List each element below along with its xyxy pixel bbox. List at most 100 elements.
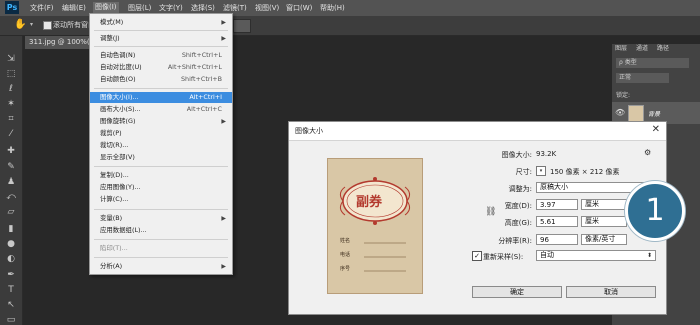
menu-separator	[94, 209, 228, 210]
shape-tool-icon[interactable]: ▭	[5, 315, 17, 325]
pen-tool-icon[interactable]: ✒	[5, 270, 17, 280]
image-preview: 副券 姓名 电话 序号	[327, 158, 423, 294]
resample-select[interactable]: 自动 ⬍	[536, 250, 656, 261]
image-size-label: 图像大小:	[501, 151, 532, 159]
options-button[interactable]	[233, 19, 251, 33]
menu-select[interactable]: 选择(S)	[191, 3, 215, 13]
menu-item-variables[interactable]: 变量(B) ▶	[90, 213, 232, 224]
menu-layer[interactable]: 图层(L)	[128, 3, 151, 13]
menu-item-reveal-all[interactable]: 显示全部(V)	[90, 152, 232, 163]
tools-panel: ⇲ ⬚ ℓ ✶ ⌗ ⁄ ✚ ✎ ♟ ⤺ ▱ ▮ ● ◐ ✒ T ↖ ▭	[0, 36, 23, 325]
height-unit-value: 厘米	[585, 217, 599, 225]
dialog-title: 图像大小	[295, 127, 323, 135]
submenu-arrow-icon: ▶	[221, 35, 226, 42]
width-unit-select[interactable]: 厘米	[581, 199, 627, 210]
menu-item-image-size[interactable]: 图像大小(I)... Alt+Ctrl+I	[90, 92, 232, 103]
blur-tool-icon[interactable]: ●	[5, 239, 17, 249]
tab-channels[interactable]: 通道	[636, 44, 648, 54]
brush-tool-icon[interactable]: ✎	[5, 162, 17, 172]
submenu-arrow-icon: ▶	[221, 19, 226, 26]
menu-item-crop[interactable]: 裁剪(P)	[90, 128, 232, 139]
eyedropper-tool-icon[interactable]: ⁄	[5, 129, 17, 139]
width-label: 宽度(D):	[504, 202, 532, 210]
history-brush-tool-icon[interactable]: ⤺	[5, 192, 17, 202]
blend-mode-select[interactable]: 正常	[616, 73, 669, 83]
menu-image[interactable]: 图像(I)	[93, 2, 119, 13]
menu-item-trap: 陷印(T)...	[100, 244, 128, 252]
menu-item-mode[interactable]: 模式(M) ▶	[90, 17, 232, 28]
menu-type[interactable]: 文字(Y)	[159, 3, 183, 13]
resolution-unit-select[interactable]: 像素/英寸	[581, 234, 627, 245]
eye-icon[interactable]: 👁	[615, 108, 625, 117]
submenu-arrow-icon: ▶	[221, 215, 226, 222]
voucher-ornament	[339, 177, 411, 272]
menu-item-canvas-size[interactable]: 画布大小(S)... Alt+Ctrl+C	[90, 104, 232, 115]
image-size-dialog: 图像大小 ✕ 副券 姓名 电话 序号 图像大小: 93.2K ⚙ 尺寸: ▾ 1…	[288, 121, 667, 315]
resolution-label: 分辨率(R):	[498, 237, 532, 245]
lasso-tool-icon[interactable]: ℓ	[5, 84, 17, 94]
tab-paths[interactable]: 路径	[657, 44, 669, 54]
healing-brush-tool-icon[interactable]: ✚	[5, 146, 17, 156]
dimensions-chevron-down-icon[interactable]: ▾	[536, 166, 546, 176]
menu-item-image-rotation[interactable]: 图像旋转(G) ▶	[90, 116, 232, 127]
image-menu-dropdown: 模式(M) ▶ 调整(J) ▶ 自动色调(N) Shift+Ctrl+L 自动对比度(…	[89, 13, 233, 275]
menu-item-adjust[interactable]: 调整(J) ▶	[90, 33, 232, 44]
ok-button[interactable]: 确定	[472, 286, 562, 298]
magic-wand-tool-icon[interactable]: ✶	[5, 99, 17, 109]
dialog-titlebar[interactable]: 图像大小 ✕	[289, 122, 666, 141]
resolution-unit-value: 像素/英寸	[585, 235, 616, 243]
resample-checkbox[interactable]: ✓	[472, 251, 482, 261]
menu-item-apply-data-set[interactable]: 应用数据组(L)...	[90, 225, 232, 236]
menu-item-auto-tone[interactable]: 自动色调(N) Shift+Ctrl+L	[90, 50, 232, 61]
photoshop-window: Ps 文件(F) 编辑(E) 图像(I) 图层(L) 文字(Y) 选择(S) 滤…	[0, 0, 700, 325]
close-icon[interactable]: ✕	[652, 124, 660, 135]
menu-filter[interactable]: 滤镜(T)	[223, 3, 247, 13]
fit-to-value: 原稿大小	[540, 183, 568, 191]
resolution-input[interactable]: 96	[536, 234, 578, 245]
menu-item-auto-color[interactable]: 自动颜色(O) Shift+Ctrl+B	[90, 74, 232, 85]
voucher-field-serial: 序号	[340, 266, 351, 272]
crop-tool-icon[interactable]: ⌗	[5, 114, 17, 124]
menu-separator	[94, 166, 228, 167]
marquee-tool-icon[interactable]: ⬚	[5, 69, 17, 79]
layer-name: 背景	[648, 111, 661, 118]
menu-item-trim[interactable]: 裁切(R)...	[90, 140, 232, 151]
height-input[interactable]: 5.61	[536, 216, 578, 227]
step-number-badge: 1	[625, 181, 685, 241]
cancel-button[interactable]: 取消	[566, 286, 656, 298]
menu-item-auto-contrast[interactable]: 自动对比度(U) Alt+Shift+Ctrl+L	[90, 62, 232, 73]
menu-item-apply-image[interactable]: 应用图像(Y)...	[90, 182, 232, 193]
dodge-tool-icon[interactable]: ◐	[5, 254, 17, 264]
width-input[interactable]: 3.97	[536, 199, 578, 210]
hand-tool-icon: ✋	[14, 19, 27, 30]
move-tool-icon[interactable]: ⇲	[5, 54, 17, 64]
menu-window[interactable]: 窗口(W)	[286, 3, 312, 13]
eraser-tool-icon[interactable]: ▱	[5, 207, 17, 217]
menu-file[interactable]: 文件(F)	[30, 3, 54, 13]
menu-edit[interactable]: 编辑(E)	[62, 3, 86, 13]
menu-item-calculations[interactable]: 计算(C)...	[90, 194, 232, 205]
menu-separator	[94, 46, 228, 47]
resample-value: 自动	[540, 251, 554, 259]
menu-item-analysis[interactable]: 分析(A) ▶	[90, 261, 232, 272]
menu-separator	[94, 88, 228, 89]
height-unit-select[interactable]: 厘米	[581, 216, 627, 227]
scroll-all-windows-checkbox[interactable]	[43, 21, 52, 30]
photoshop-logo: Ps	[5, 1, 19, 14]
menu-view[interactable]: 视图(V)	[255, 3, 279, 13]
tab-layers[interactable]: 图层	[615, 44, 627, 54]
path-selection-tool-icon[interactable]: ↖	[5, 300, 17, 310]
image-size-value: 93.2K	[536, 150, 557, 158]
gear-icon[interactable]: ⚙	[644, 148, 651, 157]
menu-item-duplicate[interactable]: 复制(D)...	[90, 170, 232, 181]
layer-filter-field[interactable]: ρ 类型	[616, 58, 689, 68]
type-tool-icon[interactable]: T	[5, 285, 17, 295]
voucher-title: 副券	[356, 195, 383, 210]
tool-preset-chevron-icon[interactable]: ▾	[30, 21, 33, 28]
fit-to-label: 调整为:	[508, 185, 532, 193]
lock-label: 锁定:	[616, 92, 631, 99]
submenu-arrow-icon: ▶	[221, 263, 226, 270]
gradient-tool-icon[interactable]: ▮	[5, 224, 17, 234]
clone-stamp-tool-icon[interactable]: ♟	[5, 177, 17, 187]
menu-help[interactable]: 帮助(H)	[320, 3, 345, 13]
